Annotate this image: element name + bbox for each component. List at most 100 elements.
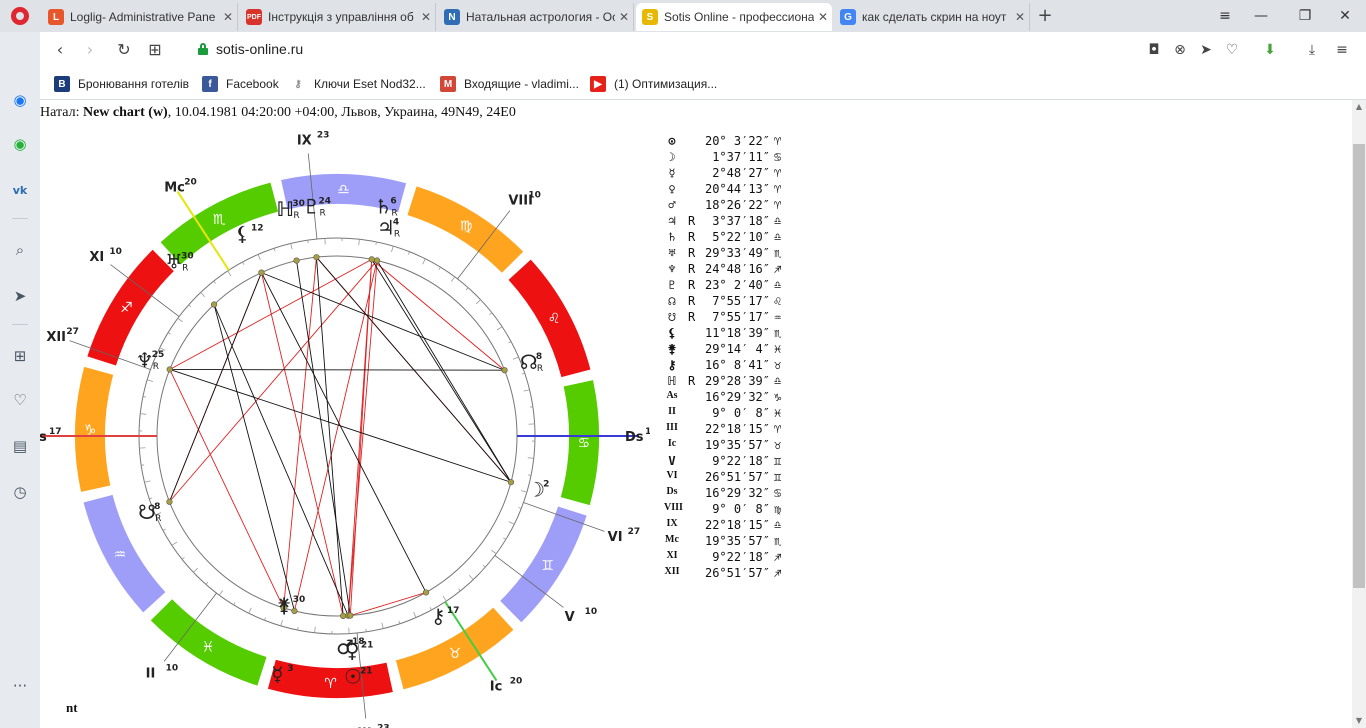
speed-dial-icon[interactable]: ⊞ [8, 344, 32, 368]
zodiac-sign-icon: ♍ [460, 218, 473, 234]
degree-tick [147, 379, 154, 382]
table-row: ☊ R 7°55′17″ ♌ [664, 294, 824, 310]
secure-lock-icon[interactable] [198, 43, 208, 55]
whatsapp-icon[interactable]: ◉ [8, 132, 32, 156]
row-symbol: ⚵ [667, 342, 677, 356]
degree-tick [528, 474, 532, 476]
row-degree: 29°14′ 4″ [704, 342, 770, 356]
snapshot-icon[interactable]: ◘ [1144, 40, 1164, 60]
degree-tick [233, 602, 236, 606]
maximize-button[interactable]: ❐ [1284, 0, 1326, 32]
new-tab-button[interactable]: + [1034, 4, 1056, 28]
bookmark-1[interactable]: B Бронювання готелів [54, 75, 189, 93]
row-sign-icon: ♏ [774, 534, 782, 548]
row-sign-icon: ♈ [774, 182, 782, 196]
aspect-line [371, 259, 505, 371]
extension-icon[interactable]: ⬇ [1260, 40, 1280, 60]
tab-1[interactable]: L Loglig- Administrative Pane ✕ [42, 3, 238, 31]
row-sign-icon: ♉ [774, 438, 782, 452]
bookmark-5[interactable]: ▶ (1) Оптимизация... [590, 75, 717, 93]
opera-menu-button[interactable] [0, 0, 40, 32]
downloads-icon[interactable]: ⤓ [1302, 40, 1322, 60]
row-sign-icon: ♎ [774, 518, 782, 532]
url-field[interactable]: sotis-online.ru [216, 41, 303, 57]
bookmark-2[interactable]: f Facebook [202, 75, 279, 93]
tab-close-icon[interactable]: ✕ [814, 10, 832, 24]
degree-tick [442, 595, 447, 602]
more-icon[interactable]: ··· [8, 674, 32, 698]
page-scrollbar[interactable]: ▲ ▼ [1352, 100, 1366, 728]
row-retrograde: R [688, 230, 696, 244]
tab-4[interactable]: S Sotis Online - профессиона ✕ [636, 3, 832, 31]
history-icon[interactable]: ◷ [8, 480, 32, 504]
close-window-button[interactable]: ✕ [1324, 0, 1366, 32]
planet-marker [422, 589, 430, 596]
speed-dial-icon[interactable]: ⊞ [143, 38, 167, 62]
tab-close-icon[interactable]: ✕ [417, 10, 435, 24]
tab-close-icon[interactable]: ✕ [615, 10, 633, 24]
messenger-icon[interactable]: ◉ [8, 88, 32, 112]
aspect-line [169, 369, 512, 483]
house-label: VI [608, 530, 623, 545]
row-retrograde: R [688, 374, 696, 388]
aspect-line [296, 260, 351, 616]
zodiac-sign-icon: ♏ [213, 212, 226, 228]
heart-icon[interactable]: ♡ [1222, 40, 1242, 60]
degree-tick [218, 590, 224, 596]
row-sign-icon: ♈ [774, 422, 782, 436]
back-button[interactable]: ‹ [48, 38, 72, 62]
degree-tick [496, 326, 503, 331]
degree-tick [142, 396, 146, 398]
page-content: Натал: New chart (w), 10.04.1981 04:20:0… [40, 100, 1352, 728]
zodiac-sign-icon: ♓ [202, 640, 215, 656]
tab-close-icon[interactable]: ✕ [219, 10, 237, 24]
row-sign-icon: ♐ [774, 566, 782, 580]
scroll-up-arrow[interactable]: ▲ [1352, 100, 1366, 114]
row-sign-icon: ♊ [774, 454, 782, 468]
table-row: ♅ R 29°33′49″ ♏ [664, 246, 824, 262]
easy-setup-icon[interactable]: ≡ [1332, 40, 1352, 60]
news-icon[interactable]: ▤ [8, 434, 32, 458]
forward-button[interactable]: › [78, 38, 102, 62]
adblock-icon[interactable]: ⊗ [1170, 40, 1190, 60]
degree-tick [358, 239, 360, 246]
minimize-button[interactable]: — [1240, 0, 1282, 32]
scrollbar-thumb[interactable] [1353, 144, 1365, 588]
degree-tick [188, 304, 192, 308]
send-icon[interactable]: ➤ [8, 284, 32, 308]
row-sign-icon: ♈ [774, 166, 782, 180]
bookmark-icon: ⚷ [294, 78, 302, 90]
degree-tick [489, 312, 493, 315]
search-icon[interactable]: ⌕ [8, 238, 32, 262]
bookmark-4[interactable]: M Входящие - vladimi... [440, 75, 579, 93]
row-symbol: ♅ [668, 246, 676, 260]
planet-degree: 30 [181, 252, 194, 262]
row-degree: 16° 8′41″ [704, 358, 770, 372]
planet-retrograde: R [391, 208, 397, 218]
row-sign-icon: ♉ [774, 358, 782, 372]
row-symbol: III [666, 422, 678, 433]
bookmark-3[interactable]: ⚷ Ключи Eset Nod32... [290, 75, 425, 93]
tab-title: Sotis Online - профессиона [664, 10, 814, 24]
tab-2[interactable]: PDF Інструкція з управління об ✕ [240, 3, 436, 31]
degree-tick [314, 626, 316, 633]
vk-icon[interactable]: vk [8, 178, 32, 202]
planet-marker [313, 254, 320, 261]
planet-marker [293, 257, 300, 264]
house-label: XII [46, 330, 66, 345]
send-icon[interactable]: ➤ [1196, 40, 1216, 60]
tab-close-icon[interactable]: ✕ [1011, 10, 1029, 24]
planet-marker [291, 607, 298, 614]
tab-3[interactable]: N Натальная астрология - Ос ✕ [438, 3, 634, 31]
row-degree: 5°22′10″ [712, 230, 770, 244]
degree-tick [290, 243, 293, 250]
bookmarks-heart-icon[interactable]: ♡ [8, 388, 32, 412]
table-row: VI 26°51′57″ ♊ [664, 470, 824, 486]
planet-retrograde: R [182, 264, 188, 274]
row-symbol: IX [666, 518, 678, 529]
tab-5[interactable]: Gкак сделать скрин на ноут ✕ [834, 3, 1030, 31]
reload-button[interactable]: ↻ [112, 38, 136, 62]
house-degree: 10 [166, 663, 179, 673]
scroll-down-arrow[interactable]: ▼ [1352, 714, 1366, 728]
planet-degree: 6 [390, 196, 396, 206]
